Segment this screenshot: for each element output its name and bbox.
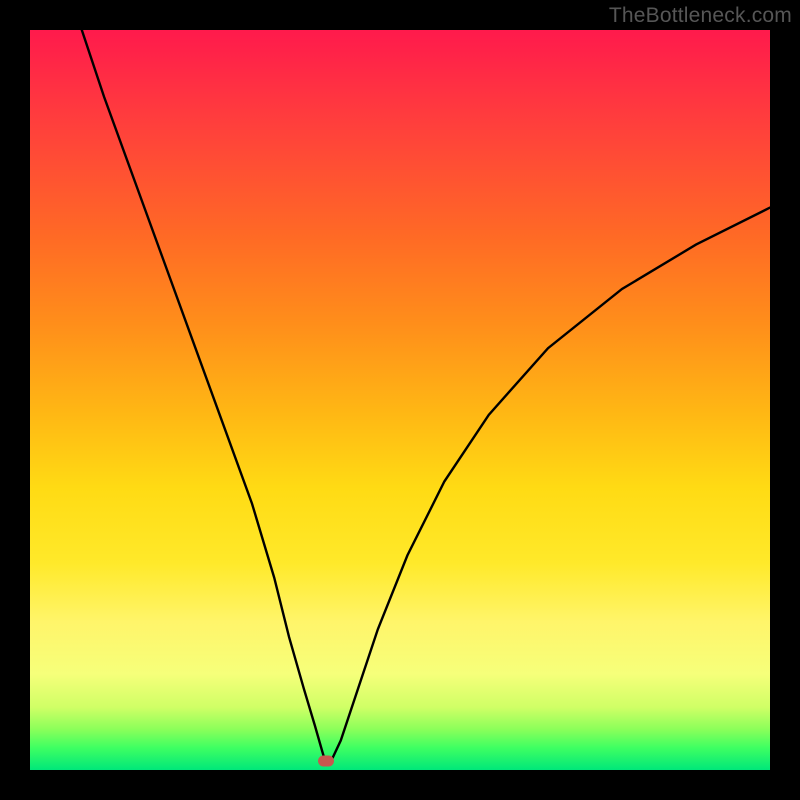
bottleneck-curve <box>30 30 770 770</box>
plot-area <box>30 30 770 770</box>
curve-right-path <box>330 208 770 765</box>
watermark-text: TheBottleneck.com <box>609 4 792 28</box>
chart-frame: TheBottleneck.com <box>0 0 800 800</box>
optimum-marker <box>318 756 334 767</box>
curve-left-path <box>82 30 326 764</box>
